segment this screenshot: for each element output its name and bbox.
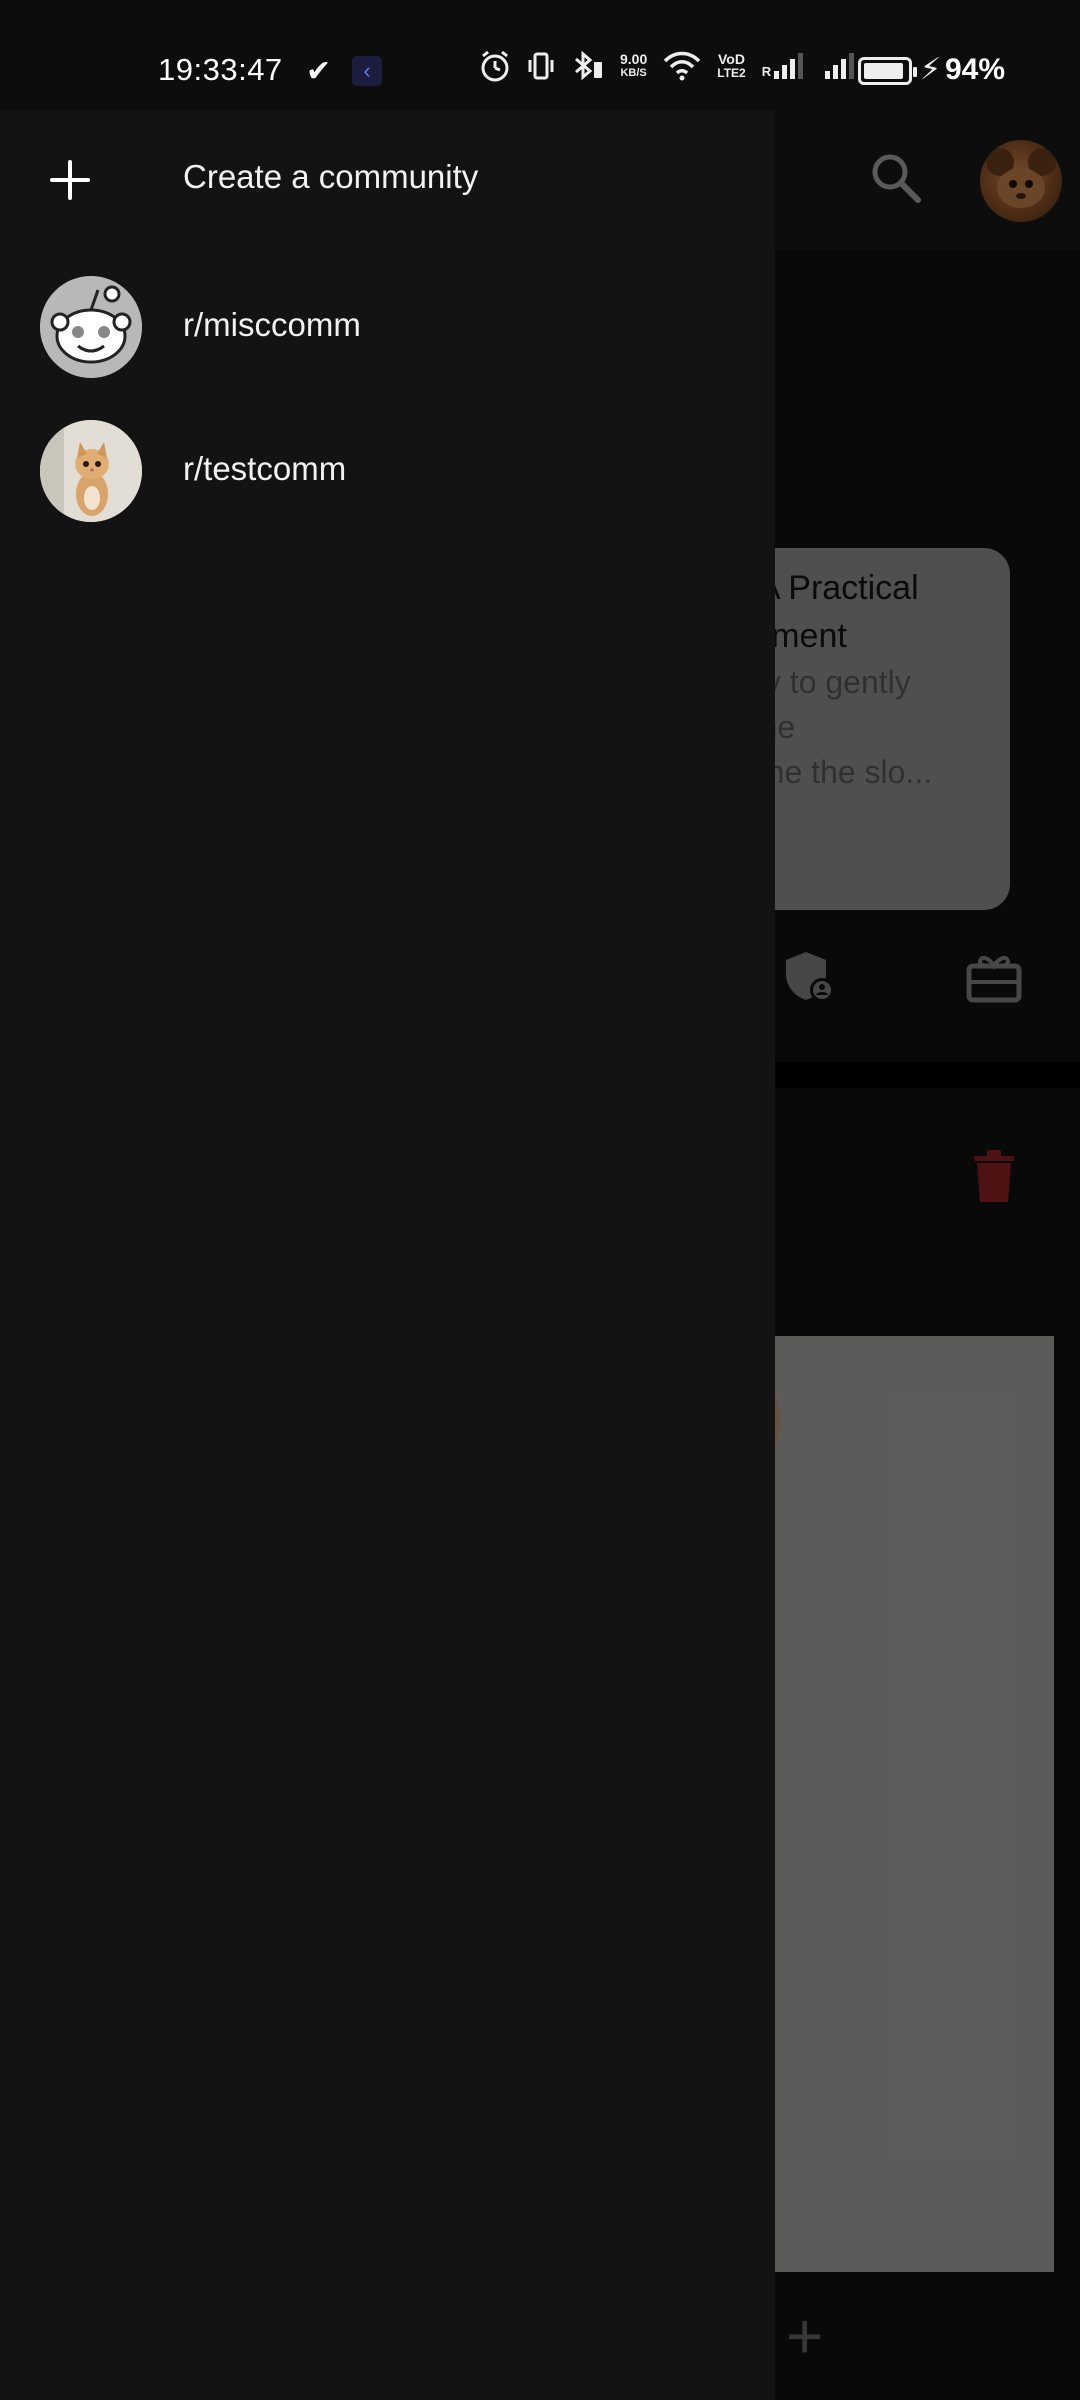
battery-icon [858,57,917,85]
network-speed: 9.00 KB/S [620,52,647,80]
community-item-testcomm[interactable]: r/testcomm [0,398,775,542]
battery-percent: 94% [945,53,1006,86]
create-community-label: Create a community [183,158,479,195]
signal-1-icon: R [761,53,804,79]
roaming-indicator: R [761,64,772,79]
community-drawer: Create a community r/misccomm r/testcomm [0,110,775,2400]
plus-icon [50,160,90,200]
volte-indicator: VoD LTE2 [717,52,745,80]
alarm-icon [481,50,509,82]
network-speed-unit: KB/S [620,67,647,79]
clock: 19:33:47 [158,52,283,87]
reddit-snoo-icon [40,276,142,378]
charging-bolt-icon: ⚡ [920,53,942,86]
signal-2-icon [825,53,855,79]
community-name: r/misccomm [183,306,361,343]
bluetooth-battery-icon [575,50,602,81]
volte-bottom: LTE2 [717,66,746,80]
app-notification-icon: ‹ [352,56,382,86]
vibrate-icon [528,52,554,80]
create-community-button[interactable]: Create a community [0,110,775,250]
wifi-icon [664,51,701,81]
status-bar: 19:33:47 ✔ ‹ 9.00 KB/S VoD LTE2 R ⚡ 94% [0,0,1080,110]
community-name: r/testcomm [183,450,347,487]
volte-top: VoD [717,51,745,67]
status-icons: 9.00 KB/S VoD LTE2 R [480,50,855,82]
network-speed-value: 9.00 [620,51,648,67]
check-notification-icon: ✔ [306,55,332,88]
kitten-photo [40,420,142,522]
community-item-misccomm[interactable]: r/misccomm [0,254,775,398]
